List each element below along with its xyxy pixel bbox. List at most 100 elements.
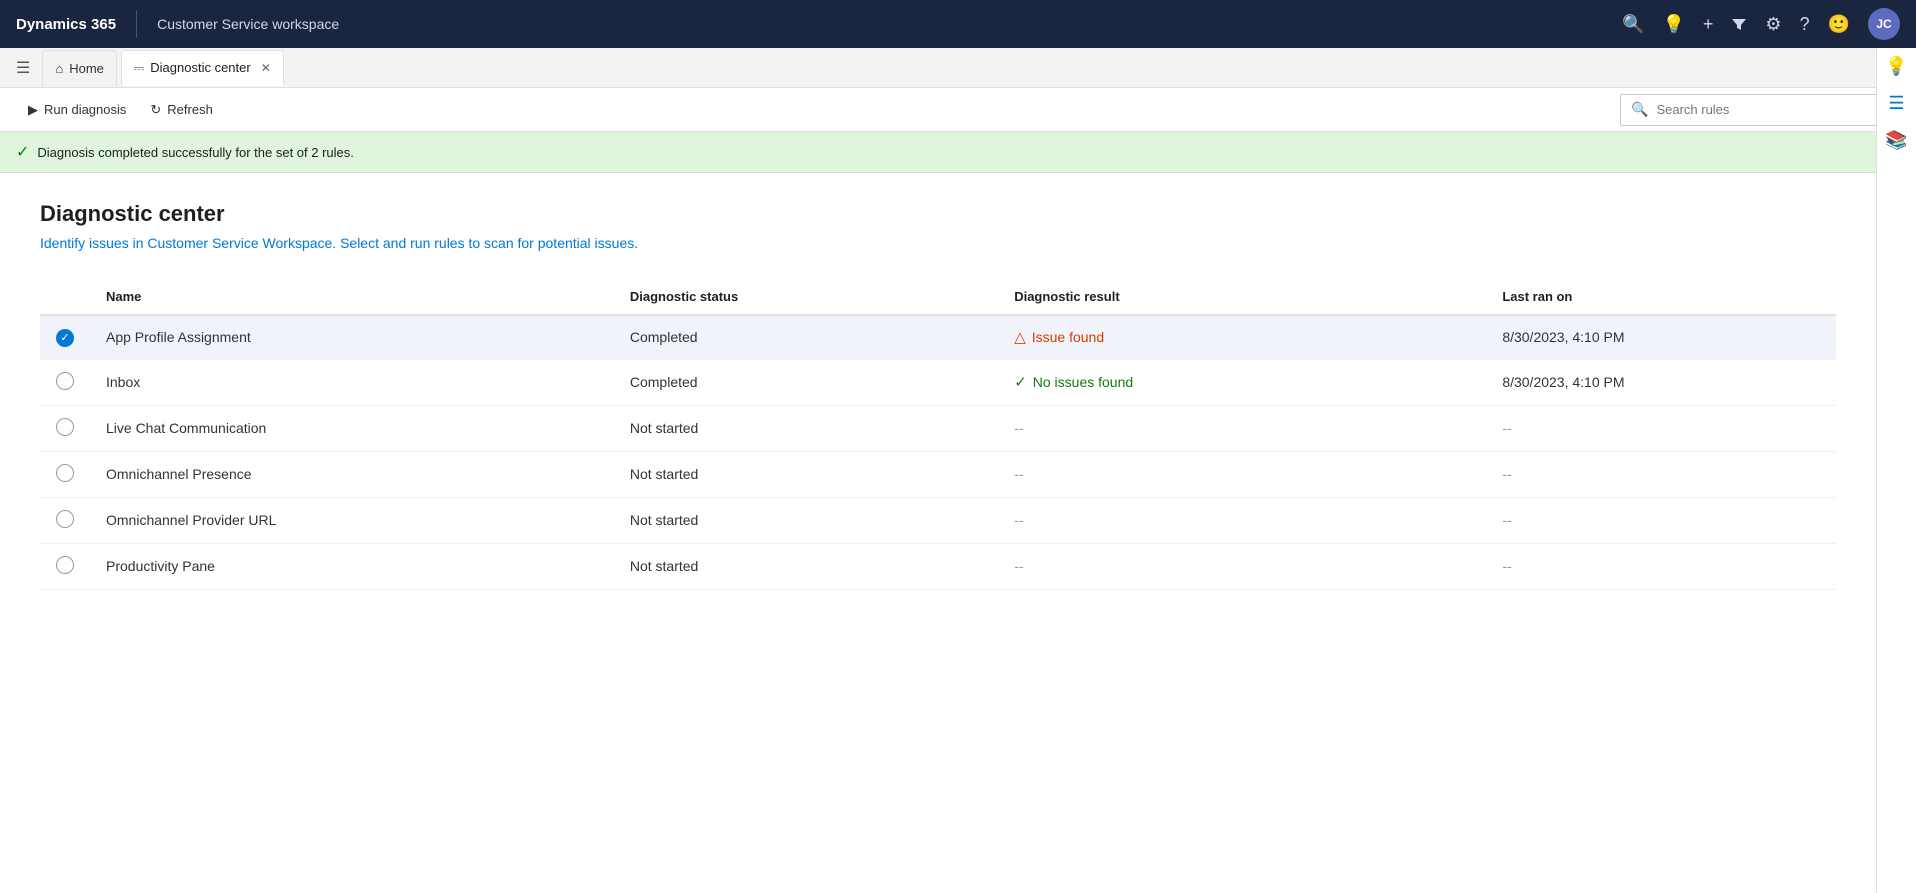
row-result: △ Issue found xyxy=(998,315,1486,359)
checkbox-empty-icon xyxy=(56,510,74,528)
row-result: -- xyxy=(998,405,1486,451)
no-issue-label: No issues found xyxy=(1033,374,1133,390)
diagnostic-icon: ⎓ xyxy=(134,60,144,76)
toolbar: ▶ Run diagnosis ↻ Refresh 🔍 xyxy=(0,88,1916,132)
help-icon[interactable]: ? xyxy=(1800,14,1810,35)
refresh-label: Refresh xyxy=(167,102,213,117)
row-last-ran: -- xyxy=(1486,497,1836,543)
checkbox-empty-icon xyxy=(56,556,74,574)
hamburger-button[interactable]: ☰ xyxy=(8,54,38,82)
add-icon[interactable]: + xyxy=(1703,14,1714,35)
col-header-lastran: Last ran on xyxy=(1486,279,1836,315)
table-row[interactable]: ✓ App Profile AssignmentCompleted △ Issue f… xyxy=(40,315,1836,359)
row-checkbox[interactable] xyxy=(40,451,90,497)
tab-bar: ☰ ⌂ Home ⎓ Diagnostic center ✕ xyxy=(0,48,1916,88)
row-status: Not started xyxy=(614,451,998,497)
col-header-checkbox xyxy=(40,279,90,315)
issue-found-badge: △ Issue found xyxy=(1014,328,1470,346)
search-rules-input[interactable] xyxy=(1656,102,1889,117)
row-result: -- xyxy=(998,497,1486,543)
row-last-ran: -- xyxy=(1486,451,1836,497)
right-list-icon[interactable]: ☰ xyxy=(1888,93,1904,114)
tab-diagnostic-label: Diagnostic center xyxy=(150,60,250,75)
home-icon: ⌂ xyxy=(55,61,63,76)
search-rules-field[interactable]: 🔍 xyxy=(1620,94,1900,126)
row-name: Omnichannel Presence xyxy=(90,451,614,497)
diagnostics-table: Name Diagnostic status Diagnostic result… xyxy=(40,279,1836,590)
tab-diagnostic[interactable]: ⎓ Diagnostic center ✕ xyxy=(121,50,284,86)
success-banner: ✓ Diagnosis completed successfully for t… xyxy=(0,132,1916,173)
ok-icon: ✓ xyxy=(1014,373,1027,391)
row-result: -- xyxy=(998,451,1486,497)
user-avatar[interactable]: JC xyxy=(1868,8,1900,40)
no-result-placeholder: -- xyxy=(1014,420,1023,436)
no-issue-badge: ✓ No issues found xyxy=(1014,373,1470,391)
checkbox-checked-icon: ✓ xyxy=(56,329,74,347)
row-status: Not started xyxy=(614,543,998,589)
row-checkbox[interactable]: ✓ xyxy=(40,315,90,359)
row-name: App Profile Assignment xyxy=(90,315,614,359)
search-icon: 🔍 xyxy=(1631,101,1648,118)
table-row[interactable]: Live Chat CommunicationNot started---- xyxy=(40,405,1836,451)
row-checkbox[interactable] xyxy=(40,405,90,451)
table-header: Name Diagnostic status Diagnostic result… xyxy=(40,279,1836,315)
row-last-ran: -- xyxy=(1486,543,1836,589)
filter-icon[interactable] xyxy=(1731,16,1747,32)
right-book-icon[interactable]: 📚 xyxy=(1885,130,1907,151)
no-result-placeholder: -- xyxy=(1014,512,1023,528)
checkbox-empty-icon xyxy=(56,418,74,436)
col-header-result: Diagnostic result xyxy=(998,279,1486,315)
row-checkbox[interactable] xyxy=(40,359,90,405)
tab-close-button[interactable]: ✕ xyxy=(261,61,271,75)
main-content: Diagnostic center Identify issues in Cus… xyxy=(0,173,1876,618)
tab-home-label: Home xyxy=(69,61,104,76)
table-row[interactable]: Omnichannel PresenceNot started -- -- xyxy=(40,451,1836,497)
nav-divider xyxy=(136,10,137,38)
checkbox-empty-icon xyxy=(56,372,74,390)
row-checkbox[interactable] xyxy=(40,497,90,543)
table-row[interactable]: Omnichannel Provider URLNot started -- -- xyxy=(40,497,1836,543)
lightbulb-icon[interactable]: 💡 xyxy=(1662,14,1684,35)
no-result-placeholder: -- xyxy=(1014,466,1023,482)
right-sidebar: 💡 ☰ 📚 xyxy=(1876,48,1916,893)
app-name: Customer Service workspace xyxy=(157,16,339,32)
table-body: ✓ App Profile AssignmentCompleted △ Issue f… xyxy=(40,315,1836,589)
row-last-ran: -- xyxy=(1486,405,1836,451)
warning-icon: △ xyxy=(1014,328,1026,346)
col-header-status: Diagnostic status xyxy=(614,279,998,315)
settings-icon[interactable]: ⚙ xyxy=(1765,14,1781,35)
page-subtitle: Identify issues in Customer Service Work… xyxy=(40,235,1836,251)
row-last-ran: 8/30/2023, 4:10 PM xyxy=(1486,359,1836,405)
row-result: ✓ No issues found xyxy=(998,359,1486,405)
play-icon: ▶ xyxy=(28,102,38,118)
row-status: Completed xyxy=(614,359,998,405)
smiley-icon[interactable]: 🙂 xyxy=(1828,14,1850,35)
checkbox-empty-icon xyxy=(56,464,74,482)
row-status: Completed xyxy=(614,315,998,359)
row-name: Omnichannel Provider URL xyxy=(90,497,614,543)
right-lightbulb-icon[interactable]: 💡 xyxy=(1885,56,1907,77)
row-status: Not started xyxy=(614,497,998,543)
col-header-name: Name xyxy=(90,279,614,315)
search-icon[interactable]: 🔍 xyxy=(1622,14,1644,35)
success-icon: ✓ xyxy=(16,142,29,162)
refresh-button[interactable]: ↻ Refresh xyxy=(138,96,224,124)
row-name: Productivity Pane xyxy=(90,543,614,589)
row-name: Inbox xyxy=(90,359,614,405)
table-row[interactable]: Productivity PaneNot started -- -- xyxy=(40,543,1836,589)
top-navigation: Dynamics 365 Customer Service workspace … xyxy=(0,0,1916,48)
brand-name: Dynamics 365 xyxy=(16,16,116,33)
nav-icon-group: 🔍 💡 + ⚙ ? 🙂 JC xyxy=(1622,8,1900,40)
row-last-ran: 8/30/2023, 4:10 PM xyxy=(1486,315,1836,359)
run-diagnosis-button[interactable]: ▶ Run diagnosis xyxy=(16,96,138,124)
row-checkbox[interactable] xyxy=(40,543,90,589)
row-status: Not started xyxy=(614,405,998,451)
refresh-icon: ↻ xyxy=(150,102,161,118)
row-result: -- xyxy=(998,543,1486,589)
issue-found-label: Issue found xyxy=(1032,329,1104,345)
banner-message: Diagnosis completed successfully for the… xyxy=(37,145,353,160)
table-row[interactable]: InboxCompleted ✓ No issues found 8/30/2023,… xyxy=(40,359,1836,405)
tab-home[interactable]: ⌂ Home xyxy=(42,50,117,86)
no-result-placeholder: -- xyxy=(1014,558,1023,574)
page-title: Diagnostic center xyxy=(40,201,1836,227)
